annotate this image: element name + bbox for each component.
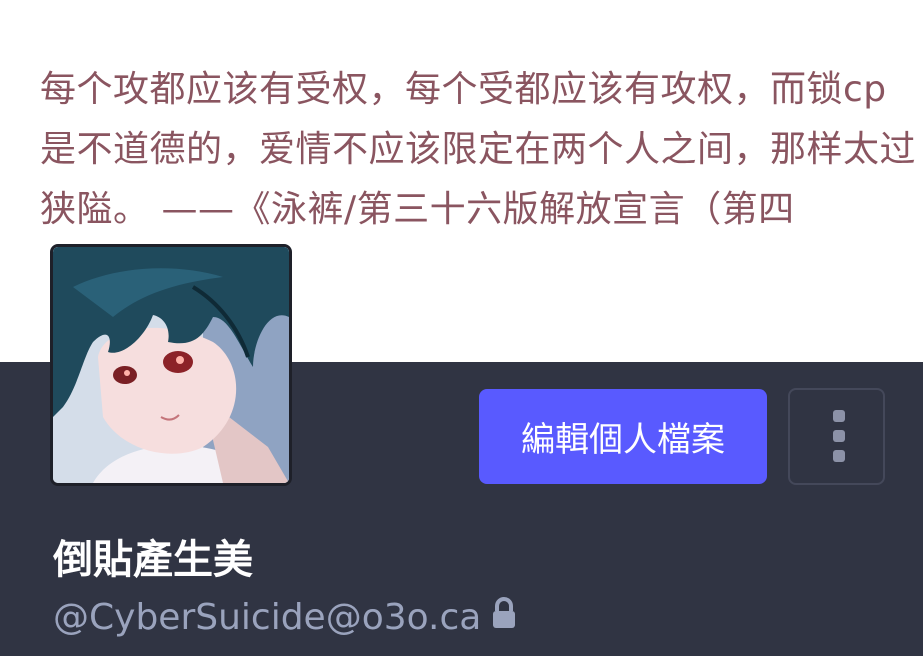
edit-profile-button[interactable]: 編輯個人檔案	[479, 389, 767, 484]
account-handle-row: @CyberSuicide@o3o.ca	[53, 592, 517, 644]
header-text: 每个攻都应该有受权，每个受都应该有攻权，而锁cp是不道德的，爱情不应该限定在两个…	[40, 69, 917, 230]
dot	[833, 430, 845, 442]
more-options-button[interactable]	[788, 388, 885, 485]
avatar[interactable]	[50, 244, 292, 486]
lock-icon	[491, 592, 517, 644]
dot	[833, 410, 845, 422]
dot	[833, 450, 845, 462]
avatar-image	[53, 247, 289, 483]
display-name: 倒貼產生美	[53, 537, 253, 583]
account-handle: @CyberSuicide@o3o.ca	[53, 597, 482, 638]
